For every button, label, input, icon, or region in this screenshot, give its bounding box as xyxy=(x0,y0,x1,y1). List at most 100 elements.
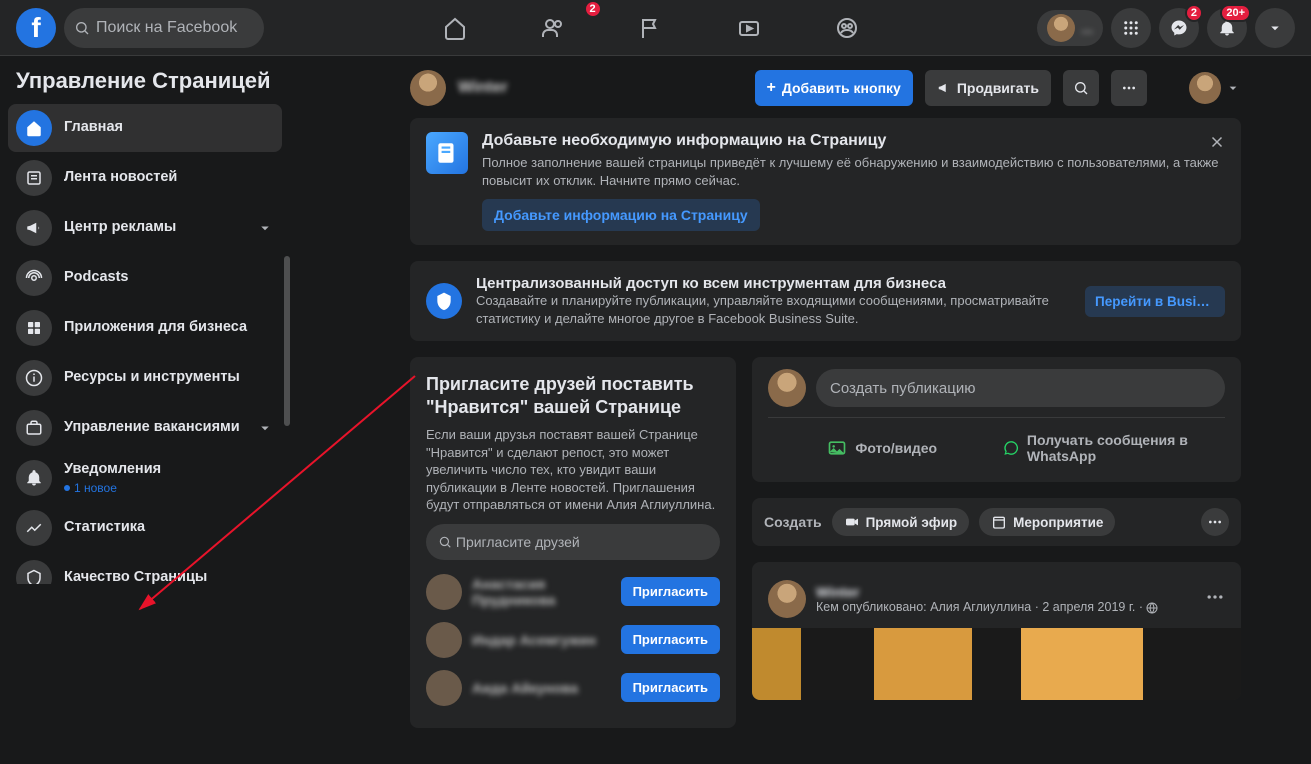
sidebar-item-jobs[interactable]: Управление вакансиями xyxy=(8,404,282,452)
messenger-button[interactable]: 2 xyxy=(1159,8,1199,48)
watch-icon xyxy=(737,16,761,40)
account-button[interactable] xyxy=(1255,8,1295,48)
friend-row: Индар АсемгужинПригласить xyxy=(426,616,720,664)
chevron-down-icon xyxy=(1225,80,1241,96)
avatar xyxy=(1047,14,1075,42)
sidebar-title: Управление Страницей xyxy=(8,64,282,104)
business-suite-card: Централизованный доступ ко всем инструме… xyxy=(410,261,1241,341)
chevron-down-icon xyxy=(256,219,274,237)
menu-button[interactable] xyxy=(1111,8,1151,48)
sidebar-item-podcasts[interactable]: Podcasts xyxy=(8,254,282,302)
megaphone-icon xyxy=(937,81,951,95)
post-card: Winter Кем опубликовано: Алия Аглиуллина… xyxy=(752,562,1241,700)
facebook-logo[interactable]: f xyxy=(16,8,56,48)
add-info-cta[interactable]: Добавьте информацию на Страницу xyxy=(482,199,760,231)
add-info-card: Добавьте необходимую информацию на Стран… xyxy=(410,118,1241,245)
shield-icon xyxy=(16,560,52,584)
page-avatar[interactable] xyxy=(410,70,446,106)
biz-card-body: Создавайте и планируйте публикации, упра… xyxy=(476,292,1071,327)
avatar xyxy=(426,622,462,658)
sidebar-item-insights[interactable]: Статистика xyxy=(8,504,282,552)
tab-friends[interactable]: 2 xyxy=(508,4,598,52)
search-icon xyxy=(1073,80,1089,96)
sidebar-item-business-apps[interactable]: Приложения для бизнеса xyxy=(8,304,282,352)
notifications-button[interactable]: 20+ xyxy=(1207,8,1247,48)
main-content: Winter +Добавить кнопку Продвигать Добав… xyxy=(290,56,1311,764)
compose-whatsapp[interactable]: Получать сообщения в WhatsApp xyxy=(997,426,1226,470)
newsfeed-icon xyxy=(16,160,52,196)
post-author-name[interactable]: Winter xyxy=(816,584,1195,600)
avatar xyxy=(426,574,462,610)
post-more-button[interactable] xyxy=(1205,587,1225,612)
groups-icon xyxy=(835,16,859,40)
sidebar-item-ad-center[interactable]: Центр рекламы xyxy=(8,204,282,252)
close-button[interactable] xyxy=(1203,128,1231,156)
sidebar-item-home[interactable]: Главная xyxy=(8,104,282,152)
avatar xyxy=(426,670,462,706)
camera-icon xyxy=(844,514,860,530)
promote-button[interactable]: Продвигать xyxy=(925,70,1051,106)
global-search-input[interactable]: Поиск на Facebook xyxy=(64,8,264,48)
info-card-title: Добавьте необходимую информацию на Стран… xyxy=(482,132,1225,150)
tab-home[interactable] xyxy=(410,4,500,52)
invite-button[interactable]: Пригласить xyxy=(621,577,720,606)
compose-input[interactable]: Создать публикацию xyxy=(816,369,1225,407)
add-button-button[interactable]: +Добавить кнопку xyxy=(755,70,913,106)
create-label: Создать xyxy=(764,514,822,530)
compose-card: Создать публикацию Фото/видео Получать с… xyxy=(752,357,1241,482)
messenger-badge: 2 xyxy=(1185,4,1203,22)
goto-business-suite-button[interactable]: Перейти в Business S... xyxy=(1085,286,1225,317)
whatsapp-icon xyxy=(1003,438,1019,458)
sidebar-item-page-quality[interactable]: Качество Страницы xyxy=(8,554,282,584)
invite-search-input[interactable]: Пригласите друзей xyxy=(426,524,720,560)
page-name[interactable]: Winter xyxy=(458,79,508,97)
info-card-body: Полное заполнение вашей страницы приведё… xyxy=(482,154,1225,189)
dots-icon xyxy=(1205,587,1225,607)
messenger-icon xyxy=(1170,19,1188,37)
invite-title: Пригласите друзей поставить "Нравится" в… xyxy=(426,373,720,418)
calendar-icon xyxy=(991,514,1007,530)
search-placeholder: Поиск на Facebook xyxy=(96,19,237,37)
sidebar-item-notifications[interactable]: Уведомления1 новое xyxy=(8,454,282,502)
grid-icon xyxy=(1122,19,1140,37)
create-row-card: Создать Прямой эфир Мероприятие xyxy=(752,498,1241,546)
dots-icon xyxy=(1207,514,1223,530)
bell-icon xyxy=(16,460,52,496)
megaphone-icon xyxy=(16,210,52,246)
compose-photo-video[interactable]: Фото/видео xyxy=(768,426,997,470)
view-as-dropdown[interactable] xyxy=(1189,72,1241,104)
scrollbar[interactable] xyxy=(284,256,290,426)
tab-pages[interactable] xyxy=(606,4,696,52)
close-icon xyxy=(1208,133,1226,151)
invite-button[interactable]: Пригласить xyxy=(621,673,720,702)
post-image[interactable] xyxy=(752,628,1241,700)
invite-friends-card: Пригласите друзей поставить "Нравится" в… xyxy=(410,357,736,728)
post-meta: Кем опубликовано: Алия Аглиуллина · 2 ап… xyxy=(816,600,1195,614)
flag-icon xyxy=(639,16,663,40)
page-more-button[interactable] xyxy=(1111,70,1147,106)
friends-badge: 2 xyxy=(584,0,602,18)
chevron-down-icon xyxy=(256,419,274,437)
center-nav: 2 xyxy=(264,4,1037,52)
biz-card-title: Централизованный доступ ко всем инструме… xyxy=(476,275,1071,292)
tab-watch[interactable] xyxy=(704,4,794,52)
tab-groups[interactable] xyxy=(802,4,892,52)
business-icon xyxy=(426,283,462,319)
profile-chip[interactable]: ... xyxy=(1037,10,1103,46)
sidebar-item-resources[interactable]: Ресурсы и инструменты xyxy=(8,354,282,402)
chart-icon xyxy=(16,510,52,546)
avatar[interactable] xyxy=(768,580,806,618)
top-nav: f Поиск на Facebook 2 ... 2 20+ xyxy=(0,0,1311,56)
invite-button[interactable]: Пригласить xyxy=(621,625,720,654)
live-button[interactable]: Прямой эфир xyxy=(832,508,970,536)
page-search-button[interactable] xyxy=(1063,70,1099,106)
home-icon xyxy=(443,16,467,40)
briefcase-icon xyxy=(16,410,52,446)
info-illustration-icon xyxy=(426,132,468,174)
sidebar-item-newsfeed[interactable]: Лента новостей xyxy=(8,154,282,202)
avatar xyxy=(1189,72,1221,104)
create-more-button[interactable] xyxy=(1201,508,1229,536)
event-button[interactable]: Мероприятие xyxy=(979,508,1115,536)
image-icon xyxy=(827,438,847,458)
sidebar: Управление Страницей Главная Лента новос… xyxy=(0,56,290,584)
